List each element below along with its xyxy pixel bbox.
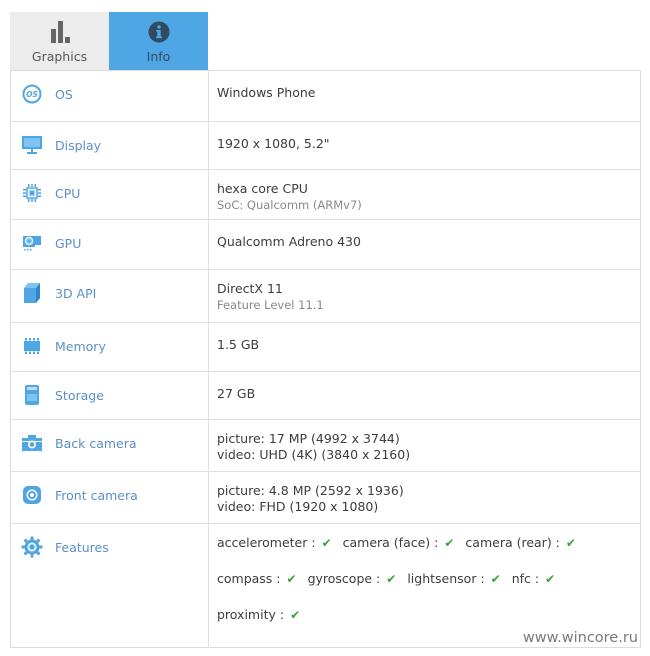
features-line: compass : ✔ gyroscope : ✔ lightsensor : ✔ n… [217,571,640,607]
gpu-card-icon [21,232,43,254]
feature-camera-rear: camera (rear) : ✔ [465,535,576,571]
info-icon [148,21,170,43]
tab-info[interactable]: Info [109,12,208,70]
row-value-cell: 27 GB [209,372,640,419]
table-row-os: OS OS Windows Phone [11,71,640,122]
feature-name: proximity : [217,607,285,622]
table-row-gpu: GPU Qualcomm Adreno 430 [11,220,640,270]
row-label: Memory [55,339,106,354]
row-value-cell: hexa core CPU SoC: Qualcomm (ARMv7) [209,170,640,219]
row-label: OS [55,87,73,102]
check-icon: ✔ [545,572,556,586]
3d-api-value: DirectX 11 [217,281,283,296]
row-label-cell: Memory [11,323,209,371]
front-camera-video: video: FHD (1920 x 1080) [217,499,379,514]
check-icon: ✔ [286,572,297,586]
feature-gyroscope: gyroscope : ✔ [308,571,397,607]
back-camera-picture: picture: 17 MP (4992 x 3744) [217,431,400,446]
row-label: GPU [55,236,82,251]
row-value-cell: DirectX 11 Feature Level 11.1 [209,270,640,322]
3d-api-feature-level: Feature Level 11.1 [217,298,324,312]
row-label: CPU [55,186,81,201]
cpu-soc-value: SoC: Qualcomm (ARMv7) [217,198,362,212]
feature-name: nfc : [511,571,540,586]
display-value: 1920 x 1080, 5.2" [217,136,330,151]
row-label-cell: GPU [11,220,209,269]
row-label-cell: Back camera [11,420,209,471]
row-label-cell: Storage [11,372,209,419]
check-icon: ✔ [490,572,501,586]
gpu-value: Qualcomm Adreno 430 [217,234,361,249]
check-icon: ✔ [290,608,301,622]
row-value-cell: picture: 17 MP (4992 x 3744) video: UHD … [209,420,640,471]
row-value-cell: Windows Phone [209,71,640,121]
table-row-memory: Memory 1.5 GB [11,323,640,372]
monitor-icon [21,134,43,156]
row-label-cell: Display [11,122,209,169]
svg-text:OS: OS [26,90,38,99]
gear-icon [21,536,43,558]
row-value-cell: picture: 4.8 MP (2592 x 1936) video: FHD… [209,472,640,523]
feature-compass: compass : ✔ [217,571,297,607]
row-label-cell: Features [11,524,209,647]
cube-icon [21,282,43,304]
row-label: Storage [55,388,104,403]
cpu-chip-icon [21,182,43,204]
table-row-storage: Storage 27 GB [11,372,640,420]
table-row-3d-api: 3D API DirectX 11 Feature Level 11.1 [11,270,640,323]
check-icon: ✔ [386,572,397,586]
tab-label: Info [146,49,171,64]
row-label: Display [55,138,102,153]
table-row-front-camera: Front camera picture: 4.8 MP (2592 x 193… [11,472,640,524]
back-camera-video: video: UHD (4K) (3840 x 2160) [217,447,411,462]
feature-name: camera (face) : [342,535,439,550]
os-value: Windows Phone [217,85,316,100]
row-label: 3D API [55,286,97,301]
features-line: accelerometer : ✔ camera (face) : ✔ camera… [217,535,640,571]
check-icon: ✔ [444,536,455,550]
watermark: www.wincore.ru [522,630,638,646]
table-row-features: Features accelerometer : ✔ camera (face) … [11,524,640,647]
feature-name: lightsensor : [407,571,485,586]
sd-card-icon [21,384,43,406]
feature-name: accelerometer : [217,535,316,550]
storage-value: 27 GB [217,386,256,401]
tab-bar: Graphics Info [10,12,208,70]
tab-label: Graphics [31,49,88,64]
row-label: Features [55,540,109,555]
memory-value: 1.5 GB [217,337,260,352]
feature-accelerometer: accelerometer : ✔ [217,535,332,571]
info-table: OS OS Windows Phone Display 1920 x 1080,… [10,70,641,648]
row-label-cell: Front camera [11,472,209,523]
features-list: accelerometer : ✔ camera (face) : ✔ camera… [209,524,640,647]
feature-name: camera (rear) : [465,535,560,550]
row-value-cell: Qualcomm Adreno 430 [209,220,640,269]
tab-graphics[interactable]: Graphics [10,12,109,70]
front-camera-picture: picture: 4.8 MP (2592 x 1936) [217,483,404,498]
check-icon: ✔ [321,536,332,550]
feature-nfc: nfc : ✔ [512,571,555,607]
table-row-back-camera: Back camera picture: 17 MP (4992 x 3744)… [11,420,640,472]
row-label-cell: 3D API [11,270,209,322]
table-row-display: Display 1920 x 1080, 5.2" [11,122,640,170]
front-camera-icon [21,484,43,506]
row-label: Front camera [55,488,138,503]
feature-camera-face: camera (face) : ✔ [343,535,455,571]
feature-name: compass : [217,571,281,586]
feature-name: gyroscope : [307,571,381,586]
check-icon: ✔ [565,536,576,550]
feature-proximity: proximity : ✔ [217,607,300,643]
row-label-cell: CPU [11,170,209,219]
row-value-cell: 1.5 GB [209,323,640,371]
cpu-value: hexa core CPU [217,181,308,196]
memory-icon [21,335,43,357]
row-label: Back camera [55,436,137,451]
os-icon: OS [21,83,43,105]
bar-chart-icon [50,21,70,43]
row-value-cell: 1920 x 1080, 5.2" [209,122,640,169]
table-row-cpu: CPU hexa core CPU SoC: Qualcomm (ARMv7) [11,170,640,220]
feature-lightsensor: lightsensor : ✔ [407,571,500,607]
row-label-cell: OS OS [11,71,209,121]
camera-icon [21,432,43,454]
